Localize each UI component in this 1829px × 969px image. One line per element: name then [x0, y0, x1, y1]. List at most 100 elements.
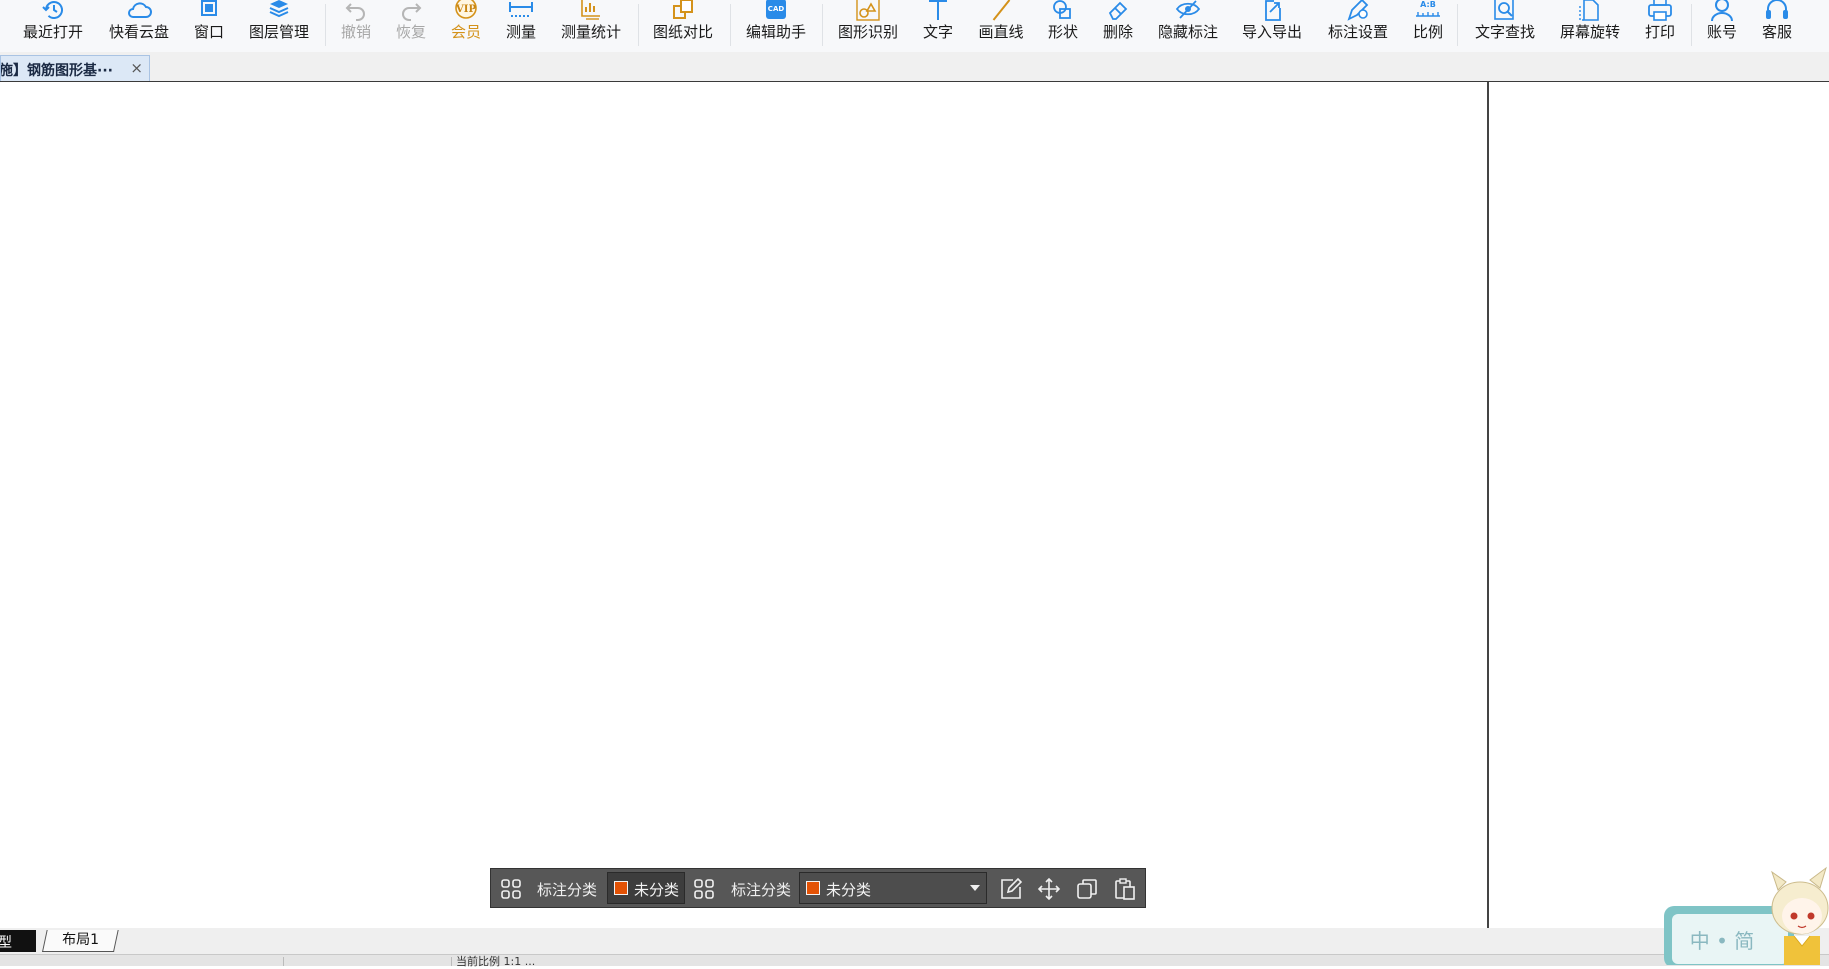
chevron-down-icon[interactable] — [970, 885, 980, 891]
recent-open-button[interactable]: 最近打开 — [23, 0, 83, 52]
account-button[interactable]: 账号 — [1707, 0, 1737, 52]
text-button[interactable]: 文字 — [923, 0, 953, 52]
text-icon — [928, 0, 947, 20]
recent-open-label: 最近打开 — [22, 23, 84, 41]
undo-button[interactable]: 撤销 — [341, 0, 371, 52]
account-label: 账号 — [1706, 23, 1738, 41]
grid-icon[interactable] — [692, 877, 716, 901]
import-export-button[interactable]: 导入导出 — [1242, 0, 1302, 52]
line-icon — [992, 0, 1010, 21]
layer-manage-button[interactable]: 图层管理 — [249, 0, 309, 52]
scale-button[interactable]: A:B 比例 — [1413, 0, 1443, 52]
redo-button[interactable]: 恢复 — [396, 0, 426, 52]
annotation-settings-icon — [1347, 0, 1369, 21]
annotation-settings-button[interactable]: 标注设置 — [1328, 0, 1388, 52]
drawing-canvas[interactable] — [0, 82, 1829, 928]
toolbar-divider — [822, 4, 823, 46]
undo-label: 撤销 — [340, 23, 372, 41]
close-icon[interactable]: × — [130, 59, 143, 77]
delete-label: 删除 — [1102, 23, 1134, 41]
text-label: 文字 — [922, 23, 954, 41]
edit-assistant-button[interactable]: CAD 编辑助手 — [746, 0, 806, 52]
window-icon — [200, 0, 217, 16]
tab-model[interactable]: 型 — [0, 930, 36, 952]
cloud-disk-label: 快看云盘 — [108, 23, 170, 41]
cloud-disk-button[interactable]: 快看云盘 — [109, 0, 169, 52]
toolbar-divider — [730, 4, 731, 46]
grid-icon[interactable] — [499, 877, 523, 901]
category-dropdown[interactable]: 未分类 — [799, 872, 987, 904]
measure-stats-label: 测量统计 — [560, 23, 622, 41]
mascot-text: 中 • 简 — [1690, 929, 1755, 953]
print-label: 打印 — [1644, 23, 1676, 41]
shape-button[interactable]: 形状 — [1048, 0, 1078, 52]
category-dropdown-value: 未分类 — [826, 881, 872, 899]
ruler-icon — [508, 2, 533, 17]
paste-icon[interactable] — [1113, 877, 1137, 901]
import-export-label: 导入导出 — [1241, 23, 1303, 41]
measure-stats-button[interactable]: 测量统计 — [561, 0, 621, 52]
headset-icon — [1765, 0, 1788, 19]
category-color-swatch — [806, 881, 820, 895]
cad-edit-icon: CAD — [765, 0, 786, 19]
shape-recognize-button[interactable]: 图形识别 — [838, 0, 898, 52]
copy-icon[interactable] — [1075, 877, 1099, 901]
tab-model-label: 型 — [0, 935, 12, 951]
measure-button[interactable]: 测量 — [506, 0, 536, 52]
text-search-button[interactable]: 文字查找 — [1475, 0, 1535, 52]
customer-service-label: 客服 — [1761, 23, 1793, 41]
rotate-screen-button[interactable]: 屏幕旋转 — [1560, 0, 1620, 52]
svg-text:CAD: CAD — [768, 5, 785, 13]
shape-label: 形状 — [1047, 23, 1079, 41]
shape-icon — [1053, 0, 1071, 19]
edit-icon[interactable] — [999, 877, 1023, 901]
window-label: 窗口 — [193, 23, 225, 41]
account-icon — [1710, 0, 1733, 22]
scale-icon: A:B — [1415, 0, 1440, 17]
measure-label: 测量 — [505, 23, 537, 41]
status-text: 当前比例 1:1 ... — [456, 955, 536, 968]
mascot-widget[interactable]: 中 • 简 — [1660, 860, 1829, 965]
toolbar-divider — [1457, 4, 1458, 46]
measure-stats-icon — [581, 0, 600, 20]
hide-annotation-button[interactable]: 隐藏标注 — [1158, 0, 1218, 52]
category-select-value: 未分类 — [634, 881, 680, 899]
move-icon[interactable] — [1037, 877, 1061, 901]
vip-label: 会员 — [450, 23, 482, 41]
document-tab[interactable]: 施】钢筋图形基··· × — [0, 55, 150, 81]
toolbar-divider — [638, 4, 639, 46]
history-icon — [42, 1, 63, 19]
cloud-icon — [128, 2, 152, 18]
tab-layout1-label: 布局1 — [62, 932, 100, 948]
annotation-toolbar: 标注分类 未分类 标注分类 未分类 — [490, 868, 1146, 908]
print-button[interactable]: 打印 — [1645, 0, 1675, 52]
category-select[interactable]: 未分类 — [607, 872, 685, 904]
window-button[interactable]: 窗口 — [194, 0, 224, 52]
category-color-swatch — [614, 881, 628, 895]
layout-tab-bar: 型 布局1 — [0, 928, 1829, 954]
delete-button[interactable]: 删除 — [1103, 0, 1133, 52]
hide-annotation-icon — [1175, 0, 1201, 19]
customer-service-button[interactable]: 客服 — [1762, 0, 1792, 52]
print-icon — [1648, 0, 1672, 21]
category-label: 标注分类 — [731, 881, 792, 899]
status-bar: 当前比例 1:1 ... — [0, 954, 1829, 968]
vip-icon: VIP — [455, 0, 477, 19]
redo-icon — [402, 3, 422, 21]
tab-layout1[interactable]: 布局1 — [42, 930, 119, 952]
redo-label: 恢复 — [395, 23, 427, 41]
category-label: 标注分类 — [537, 881, 598, 899]
hide-annotation-label: 隐藏标注 — [1157, 23, 1219, 41]
draw-line-button[interactable]: 画直线 — [978, 0, 1024, 52]
toolbar-divider — [1691, 4, 1692, 46]
compare-icon — [672, 0, 693, 19]
document-tab-title: 施】钢筋图形基··· — [0, 63, 113, 79]
drawing-boundary-line — [1487, 82, 1489, 928]
draw-line-label: 画直线 — [978, 23, 1024, 41]
scale-label: 比例 — [1412, 23, 1444, 41]
undo-icon — [345, 3, 365, 21]
vip-button[interactable]: VIP 会员 — [451, 0, 481, 52]
edit-assistant-label: 编辑助手 — [745, 23, 807, 41]
layer-manage-label: 图层管理 — [248, 23, 310, 41]
drawing-compare-button[interactable]: 图纸对比 — [653, 0, 713, 52]
